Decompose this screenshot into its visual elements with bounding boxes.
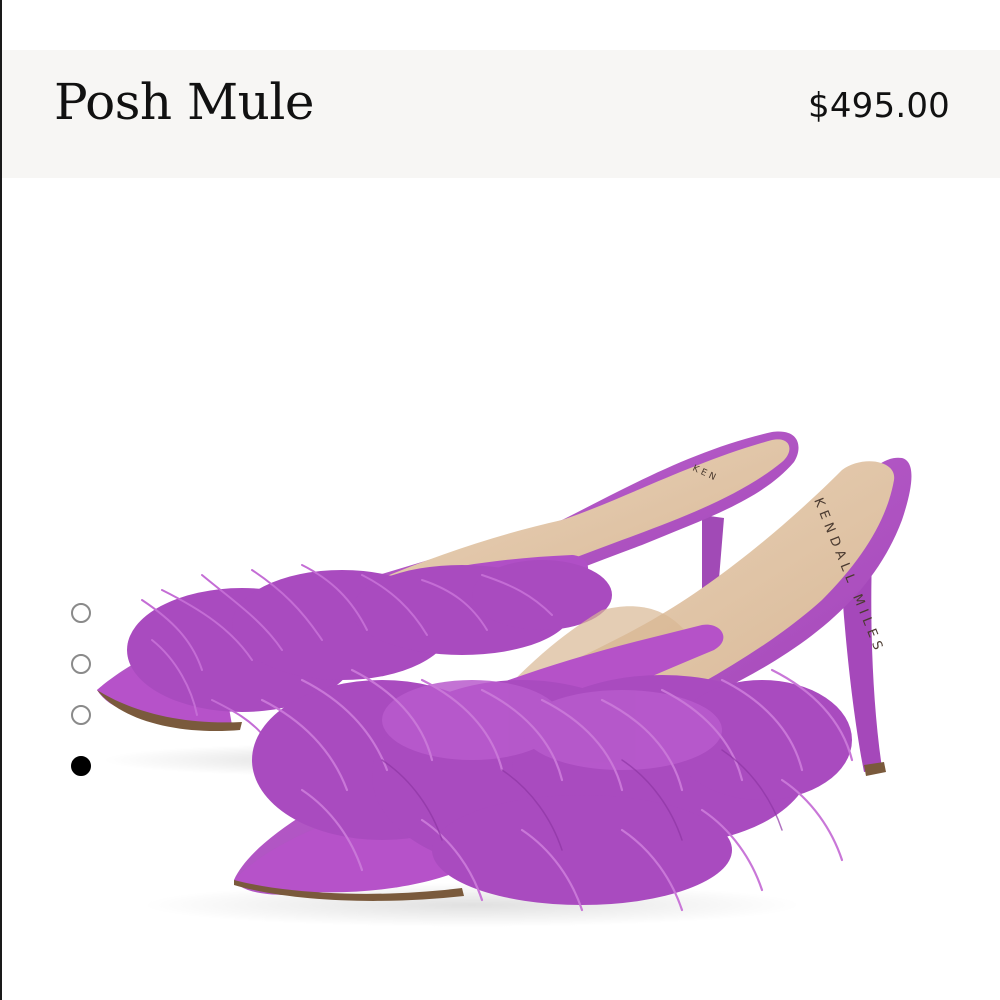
product-page: KEN KENDALL MILES Posh Mule $495.00 [0,0,1000,1000]
product-title: Posh Mule [54,73,314,131]
carousel-dot-2[interactable] [71,654,91,674]
carousel-dot-3[interactable] [71,705,91,725]
carousel-dot-1[interactable] [71,603,91,623]
product-header: Posh Mule $495.00 [2,50,1000,178]
product-price: $495.00 [808,86,950,126]
carousel-dot-4-active[interactable] [71,756,91,776]
carousel-indicators [71,603,93,776]
